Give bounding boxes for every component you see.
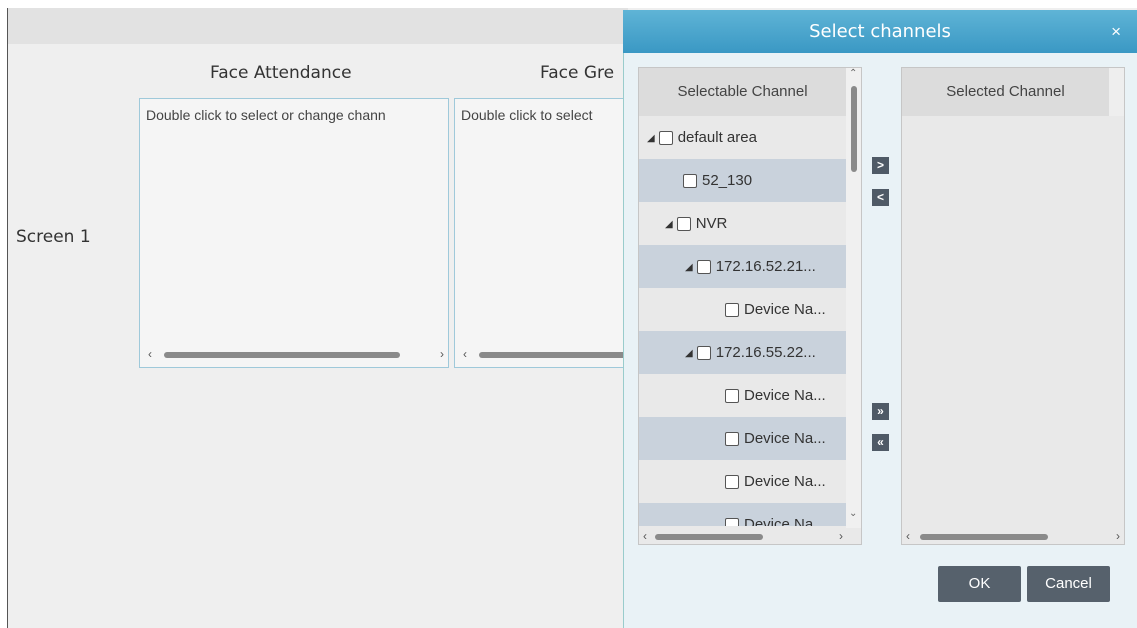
channel-panel-face-greeting[interactable]: Double click to select ‹ <box>454 98 628 368</box>
cancel-button[interactable]: Cancel <box>1027 566 1110 602</box>
tree-row-label: 172.16.52.21... <box>715 258 816 275</box>
scroll-left-icon[interactable]: ‹ <box>906 529 910 543</box>
scroll-left-icon[interactable]: ‹ <box>463 347 467 361</box>
tree-row-label: Device Na... <box>744 473 826 490</box>
expand-triangle-icon[interactable]: ◢ <box>665 203 673 246</box>
scroll-down-icon[interactable]: ⌄ <box>849 508 857 519</box>
dialog-title-bar: Select channels × <box>623 10 1137 53</box>
channel-checkbox[interactable] <box>725 303 739 318</box>
horizontal-scrollbar[interactable]: ‹ › <box>643 529 843 543</box>
remove-channel-button[interactable]: < <box>872 189 889 206</box>
selected-channel-header: Selected Channel <box>902 68 1109 116</box>
expand-triangle-icon[interactable]: ◢ <box>685 332 693 375</box>
selected-channel-list[interactable]: Selected Channel ‹ › <box>901 67 1125 545</box>
selectable-channel-list[interactable]: Selectable Channel ◢ default area 52_130 ◢ N… <box>638 67 862 545</box>
tree-row-label: 52_130 <box>702 172 753 189</box>
horizontal-scrollbar[interactable]: ‹ › <box>906 529 1120 543</box>
channel-checkbox[interactable] <box>658 131 673 146</box>
tree-row[interactable]: Device Na... <box>639 417 846 460</box>
header-scroll-gap <box>1109 68 1124 116</box>
ok-button[interactable]: OK <box>938 566 1021 602</box>
channel-checkbox[interactable] <box>725 389 739 404</box>
channel-checkbox[interactable] <box>725 518 739 526</box>
channel-checkbox[interactable] <box>683 174 697 189</box>
scroll-up-icon[interactable]: ⌃ <box>849 68 857 79</box>
dialog-title: Select channels <box>809 21 951 42</box>
tree-row[interactable]: ◢ default area <box>639 116 846 159</box>
scroll-right-icon[interactable]: › <box>440 347 444 361</box>
tree-row-label: Device Na... <box>744 516 826 526</box>
top-bar <box>8 8 628 44</box>
add-channel-button[interactable]: > <box>872 157 889 174</box>
column-header-face-greeting: Face Gre <box>540 63 615 83</box>
add-all-channels-button[interactable]: » <box>872 403 889 420</box>
panel-hint: Double click to select <box>461 107 593 123</box>
channel-panel-face-attendance[interactable]: Double click to select or change chann ‹… <box>139 98 449 368</box>
scroll-left-icon[interactable]: ‹ <box>148 347 152 361</box>
tree-row-label: 172.16.55.22... <box>715 344 816 361</box>
tree-row[interactable]: ◢ NVR <box>639 202 846 245</box>
expand-triangle-icon[interactable]: ◢ <box>685 246 693 289</box>
remove-all-channels-button[interactable]: « <box>872 434 889 451</box>
tree-row[interactable]: Device Na... <box>639 460 846 503</box>
channel-tree: ◢ default area 52_130 ◢ NVR ◢ 172.16.52.21... D… <box>639 116 846 526</box>
vertical-scrollbar[interactable]: ⌃ ⌄ <box>846 68 861 528</box>
tree-row-label: NVR <box>695 215 728 232</box>
tree-row[interactable]: 52_130 <box>639 159 846 202</box>
scrollbar-thumb[interactable] <box>164 352 400 358</box>
scrollbar-thumb[interactable] <box>920 534 1048 540</box>
tree-row[interactable]: ◢ 172.16.55.22... <box>639 331 846 374</box>
scrollbar-thumb[interactable] <box>851 86 857 172</box>
tree-row-label: Device Na... <box>744 301 826 318</box>
channel-checkbox[interactable] <box>725 432 739 447</box>
channel-checkbox[interactable] <box>696 346 711 361</box>
scrollbar-thumb[interactable] <box>655 534 763 540</box>
tree-row[interactable]: ◢ 172.16.52.21... <box>639 245 846 288</box>
horizontal-scrollbar[interactable]: ‹ <box>463 347 627 361</box>
close-icon[interactable]: × <box>1111 10 1121 53</box>
expand-triangle-icon[interactable]: ◢ <box>647 117 655 160</box>
screen-label: Screen 1 <box>16 227 91 247</box>
scroll-left-icon[interactable]: ‹ <box>643 529 647 543</box>
channel-checkbox[interactable] <box>696 260 711 275</box>
tree-row[interactable]: Device Na... <box>639 503 846 526</box>
tree-row[interactable]: Device Na... <box>639 288 846 331</box>
scroll-right-icon[interactable]: › <box>839 529 843 543</box>
column-header-face-attendance: Face Attendance <box>210 63 352 83</box>
panel-hint: Double click to select or change chann <box>146 107 386 123</box>
selectable-channel-header: Selectable Channel <box>639 68 846 116</box>
channel-checkbox[interactable] <box>725 475 739 490</box>
tree-row-label: Device Na... <box>744 430 826 447</box>
scroll-right-icon[interactable]: › <box>1116 529 1120 543</box>
tree-row-label: Device Na... <box>744 387 826 404</box>
horizontal-scrollbar[interactable]: ‹ › <box>148 347 444 361</box>
scrollbar-thumb[interactable] <box>479 352 627 358</box>
channel-checkbox[interactable] <box>676 217 691 232</box>
tree-row[interactable]: Device Na... <box>639 374 846 417</box>
tree-row-label: default area <box>677 129 757 146</box>
